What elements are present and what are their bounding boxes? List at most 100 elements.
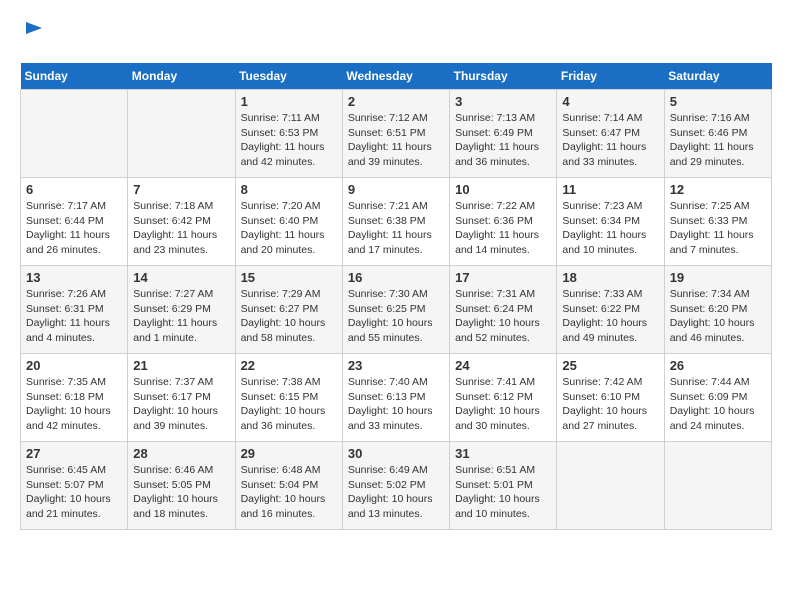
- page-header: [20, 20, 772, 47]
- calendar-week-row: 27 Sunrise: 6:45 AMSunset: 5:07 PMDayligh…: [21, 442, 772, 530]
- day-number: 27: [26, 446, 122, 461]
- day-detail: Sunrise: 7:38 AMSunset: 6:15 PMDaylight:…: [241, 375, 337, 434]
- day-number: 24: [455, 358, 551, 373]
- day-number: 19: [670, 270, 766, 285]
- day-number: 28: [133, 446, 229, 461]
- calendar-cell: 8 Sunrise: 7:20 AMSunset: 6:40 PMDaylight…: [235, 178, 342, 266]
- calendar-cell: 9 Sunrise: 7:21 AMSunset: 6:38 PMDaylight…: [342, 178, 449, 266]
- day-detail: Sunrise: 7:14 AMSunset: 6:47 PMDaylight:…: [562, 111, 658, 170]
- day-number: 26: [670, 358, 766, 373]
- calendar-cell: 27 Sunrise: 6:45 AMSunset: 5:07 PMDayligh…: [21, 442, 128, 530]
- col-header-friday: Friday: [557, 63, 664, 90]
- day-number: 21: [133, 358, 229, 373]
- day-detail: Sunrise: 7:42 AMSunset: 6:10 PMDaylight:…: [562, 375, 658, 434]
- day-detail: Sunrise: 7:11 AMSunset: 6:53 PMDaylight:…: [241, 111, 337, 170]
- day-detail: Sunrise: 7:20 AMSunset: 6:40 PMDaylight:…: [241, 199, 337, 258]
- day-detail: Sunrise: 6:46 AMSunset: 5:05 PMDaylight:…: [133, 463, 229, 522]
- day-detail: Sunrise: 7:35 AMSunset: 6:18 PMDaylight:…: [26, 375, 122, 434]
- day-detail: Sunrise: 7:34 AMSunset: 6:20 PMDaylight:…: [670, 287, 766, 346]
- calendar-cell: 16 Sunrise: 7:30 AMSunset: 6:25 PMDayligh…: [342, 266, 449, 354]
- day-detail: Sunrise: 7:21 AMSunset: 6:38 PMDaylight:…: [348, 199, 444, 258]
- logo-flag-icon: [22, 20, 44, 42]
- day-number: 30: [348, 446, 444, 461]
- day-number: 14: [133, 270, 229, 285]
- day-detail: Sunrise: 7:30 AMSunset: 6:25 PMDaylight:…: [348, 287, 444, 346]
- day-detail: Sunrise: 7:29 AMSunset: 6:27 PMDaylight:…: [241, 287, 337, 346]
- day-number: 23: [348, 358, 444, 373]
- col-header-sunday: Sunday: [21, 63, 128, 90]
- calendar-week-row: 1 Sunrise: 7:11 AMSunset: 6:53 PMDaylight…: [21, 90, 772, 178]
- day-detail: Sunrise: 7:26 AMSunset: 6:31 PMDaylight:…: [26, 287, 122, 346]
- day-number: 9: [348, 182, 444, 197]
- day-number: 16: [348, 270, 444, 285]
- calendar-week-row: 13 Sunrise: 7:26 AMSunset: 6:31 PMDayligh…: [21, 266, 772, 354]
- day-number: 2: [348, 94, 444, 109]
- day-number: 11: [562, 182, 658, 197]
- day-detail: Sunrise: 6:49 AMSunset: 5:02 PMDaylight:…: [348, 463, 444, 522]
- calendar-cell: 3 Sunrise: 7:13 AMSunset: 6:49 PMDaylight…: [450, 90, 557, 178]
- calendar-table: SundayMondayTuesdayWednesdayThursdayFrid…: [20, 63, 772, 530]
- day-number: 7: [133, 182, 229, 197]
- day-number: 4: [562, 94, 658, 109]
- day-number: 8: [241, 182, 337, 197]
- day-detail: Sunrise: 7:40 AMSunset: 6:13 PMDaylight:…: [348, 375, 444, 434]
- calendar-cell: 26 Sunrise: 7:44 AMSunset: 6:09 PMDayligh…: [664, 354, 771, 442]
- day-number: 1: [241, 94, 337, 109]
- day-detail: Sunrise: 7:25 AMSunset: 6:33 PMDaylight:…: [670, 199, 766, 258]
- calendar-cell: 1 Sunrise: 7:11 AMSunset: 6:53 PMDaylight…: [235, 90, 342, 178]
- calendar-cell: 22 Sunrise: 7:38 AMSunset: 6:15 PMDayligh…: [235, 354, 342, 442]
- day-number: 29: [241, 446, 337, 461]
- day-number: 31: [455, 446, 551, 461]
- col-header-saturday: Saturday: [664, 63, 771, 90]
- day-detail: Sunrise: 7:37 AMSunset: 6:17 PMDaylight:…: [133, 375, 229, 434]
- day-number: 22: [241, 358, 337, 373]
- calendar-cell: 17Sunrise: 7:31 AMSunset: 6:24 PMDayligh…: [450, 266, 557, 354]
- day-number: 15: [241, 270, 337, 285]
- calendar-cell: 7Sunrise: 7:18 AMSunset: 6:42 PMDaylight…: [128, 178, 235, 266]
- calendar-cell: 18Sunrise: 7:33 AMSunset: 6:22 PMDayligh…: [557, 266, 664, 354]
- day-detail: Sunrise: 6:48 AMSunset: 5:04 PMDaylight:…: [241, 463, 337, 522]
- day-detail: Sunrise: 6:51 AMSunset: 5:01 PMDaylight:…: [455, 463, 551, 522]
- day-detail: Sunrise: 7:22 AMSunset: 6:36 PMDaylight:…: [455, 199, 551, 258]
- day-number: 17: [455, 270, 551, 285]
- logo: [20, 20, 44, 47]
- col-header-wednesday: Wednesday: [342, 63, 449, 90]
- logo-line1: [20, 20, 44, 47]
- day-detail: Sunrise: 6:45 AMSunset: 5:07 PMDaylight:…: [26, 463, 122, 522]
- day-number: 6: [26, 182, 122, 197]
- calendar-cell: [664, 442, 771, 530]
- col-header-monday: Monday: [128, 63, 235, 90]
- day-detail: Sunrise: 7:17 AMSunset: 6:44 PMDaylight:…: [26, 199, 122, 258]
- calendar-cell: [21, 90, 128, 178]
- day-number: 12: [670, 182, 766, 197]
- col-header-tuesday: Tuesday: [235, 63, 342, 90]
- day-detail: Sunrise: 7:27 AMSunset: 6:29 PMDaylight:…: [133, 287, 229, 346]
- calendar-header-row: SundayMondayTuesdayWednesdayThursdayFrid…: [21, 63, 772, 90]
- day-detail: Sunrise: 7:12 AMSunset: 6:51 PMDaylight:…: [348, 111, 444, 170]
- calendar-cell: 13 Sunrise: 7:26 AMSunset: 6:31 PMDayligh…: [21, 266, 128, 354]
- day-detail: Sunrise: 7:44 AMSunset: 6:09 PMDaylight:…: [670, 375, 766, 434]
- day-detail: Sunrise: 7:13 AMSunset: 6:49 PMDaylight:…: [455, 111, 551, 170]
- day-number: 10: [455, 182, 551, 197]
- calendar-cell: [557, 442, 664, 530]
- day-detail: Sunrise: 7:33 AMSunset: 6:22 PMDaylight:…: [562, 287, 658, 346]
- calendar-cell: 20Sunrise: 7:35 AMSunset: 6:18 PMDayligh…: [21, 354, 128, 442]
- calendar-cell: 24 Sunrise: 7:41 AMSunset: 6:12 PMDayligh…: [450, 354, 557, 442]
- day-number: 3: [455, 94, 551, 109]
- day-detail: Sunrise: 7:41 AMSunset: 6:12 PMDaylight:…: [455, 375, 551, 434]
- calendar-cell: 6 Sunrise: 7:17 AMSunset: 6:44 PMDaylight…: [21, 178, 128, 266]
- calendar-cell: 5 Sunrise: 7:16 AMSunset: 6:46 PMDaylight…: [664, 90, 771, 178]
- day-detail: Sunrise: 7:16 AMSunset: 6:46 PMDaylight:…: [670, 111, 766, 170]
- calendar-cell: 4 Sunrise: 7:14 AMSunset: 6:47 PMDaylight…: [557, 90, 664, 178]
- calendar-cell: 28 Sunrise: 6:46 AMSunset: 5:05 PMDayligh…: [128, 442, 235, 530]
- calendar-cell: 29 Sunrise: 6:48 AMSunset: 5:04 PMDayligh…: [235, 442, 342, 530]
- calendar-cell: 31 Sunrise: 6:51 AMSunset: 5:01 PMDayligh…: [450, 442, 557, 530]
- calendar-cell: [128, 90, 235, 178]
- calendar-cell: 14 Sunrise: 7:27 AMSunset: 6:29 PMDayligh…: [128, 266, 235, 354]
- col-header-thursday: Thursday: [450, 63, 557, 90]
- day-number: 5: [670, 94, 766, 109]
- calendar-cell: 19 Sunrise: 7:34 AMSunset: 6:20 PMDayligh…: [664, 266, 771, 354]
- day-number: 13: [26, 270, 122, 285]
- day-number: 25: [562, 358, 658, 373]
- calendar-cell: 23 Sunrise: 7:40 AMSunset: 6:13 PMDayligh…: [342, 354, 449, 442]
